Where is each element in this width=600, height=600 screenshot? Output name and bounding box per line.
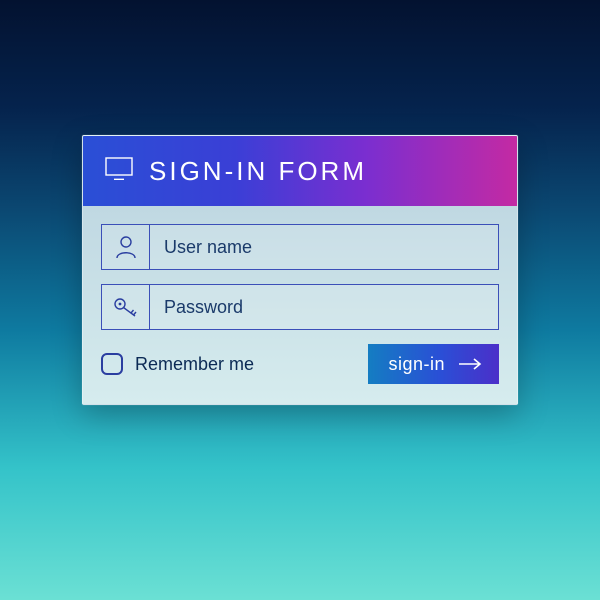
card-header: SIGN-IN FORM: [83, 136, 517, 206]
signin-card: SIGN-IN FORM: [82, 135, 518, 405]
password-field[interactable]: [101, 284, 499, 330]
remember-label: Remember me: [135, 354, 254, 375]
username-field[interactable]: [101, 224, 499, 270]
monitor-icon: [105, 157, 133, 186]
card-body: Remember me sign-in: [83, 206, 517, 404]
signin-button[interactable]: sign-in: [368, 344, 499, 384]
key-icon: [102, 285, 150, 329]
password-input[interactable]: [150, 285, 498, 329]
remember-checkbox[interactable]: [101, 353, 123, 375]
signin-button-label: sign-in: [388, 354, 445, 375]
form-footer: Remember me sign-in: [101, 344, 499, 384]
username-input[interactable]: [150, 225, 498, 269]
card-title: SIGN-IN FORM: [149, 156, 367, 187]
arrow-right-icon: [459, 354, 483, 375]
user-icon: [102, 225, 150, 269]
remember-me[interactable]: Remember me: [101, 353, 254, 375]
